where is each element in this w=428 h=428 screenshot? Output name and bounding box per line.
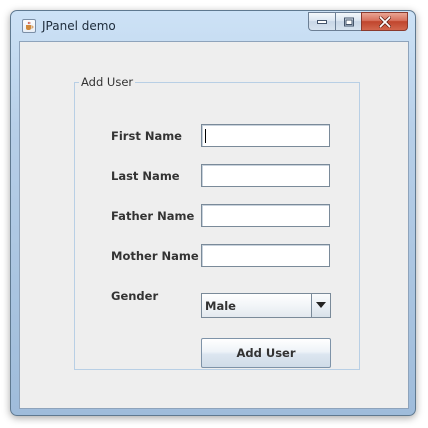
gender-select[interactable]: Male (201, 293, 331, 318)
gender-selected-value: Male (205, 299, 236, 313)
maximize-icon (343, 17, 354, 26)
first-name-label: First Name (111, 129, 182, 143)
father-name-field[interactable] (201, 204, 330, 227)
content-panel: Add User First Name Last Name Father Nam… (19, 41, 409, 409)
window-controls (308, 12, 408, 31)
last-name-label: Last Name (111, 169, 180, 183)
close-button[interactable] (361, 12, 408, 31)
java-cup-icon (22, 19, 36, 33)
close-icon (378, 16, 391, 27)
add-user-button[interactable]: Add User (201, 338, 331, 368)
text-caret (205, 129, 206, 143)
group-title: Add User (79, 75, 136, 89)
first-name-field[interactable] (201, 124, 330, 147)
window-title: JPanel demo (42, 19, 116, 33)
gender-label: Gender (111, 289, 159, 303)
gender-dropdown-button[interactable] (311, 294, 330, 317)
title-bar[interactable]: JPanel demo (11, 11, 415, 41)
mother-name-label: Mother Name (111, 249, 199, 263)
app-window: JPanel demo Add User First Name Last Nam… (10, 10, 416, 416)
minimize-icon (317, 19, 327, 24)
last-name-field[interactable] (201, 164, 330, 187)
chevron-down-icon (316, 302, 326, 308)
father-name-label: Father Name (111, 209, 195, 223)
maximize-button[interactable] (335, 12, 361, 31)
mother-name-field[interactable] (201, 244, 330, 267)
minimize-button[interactable] (308, 12, 335, 31)
